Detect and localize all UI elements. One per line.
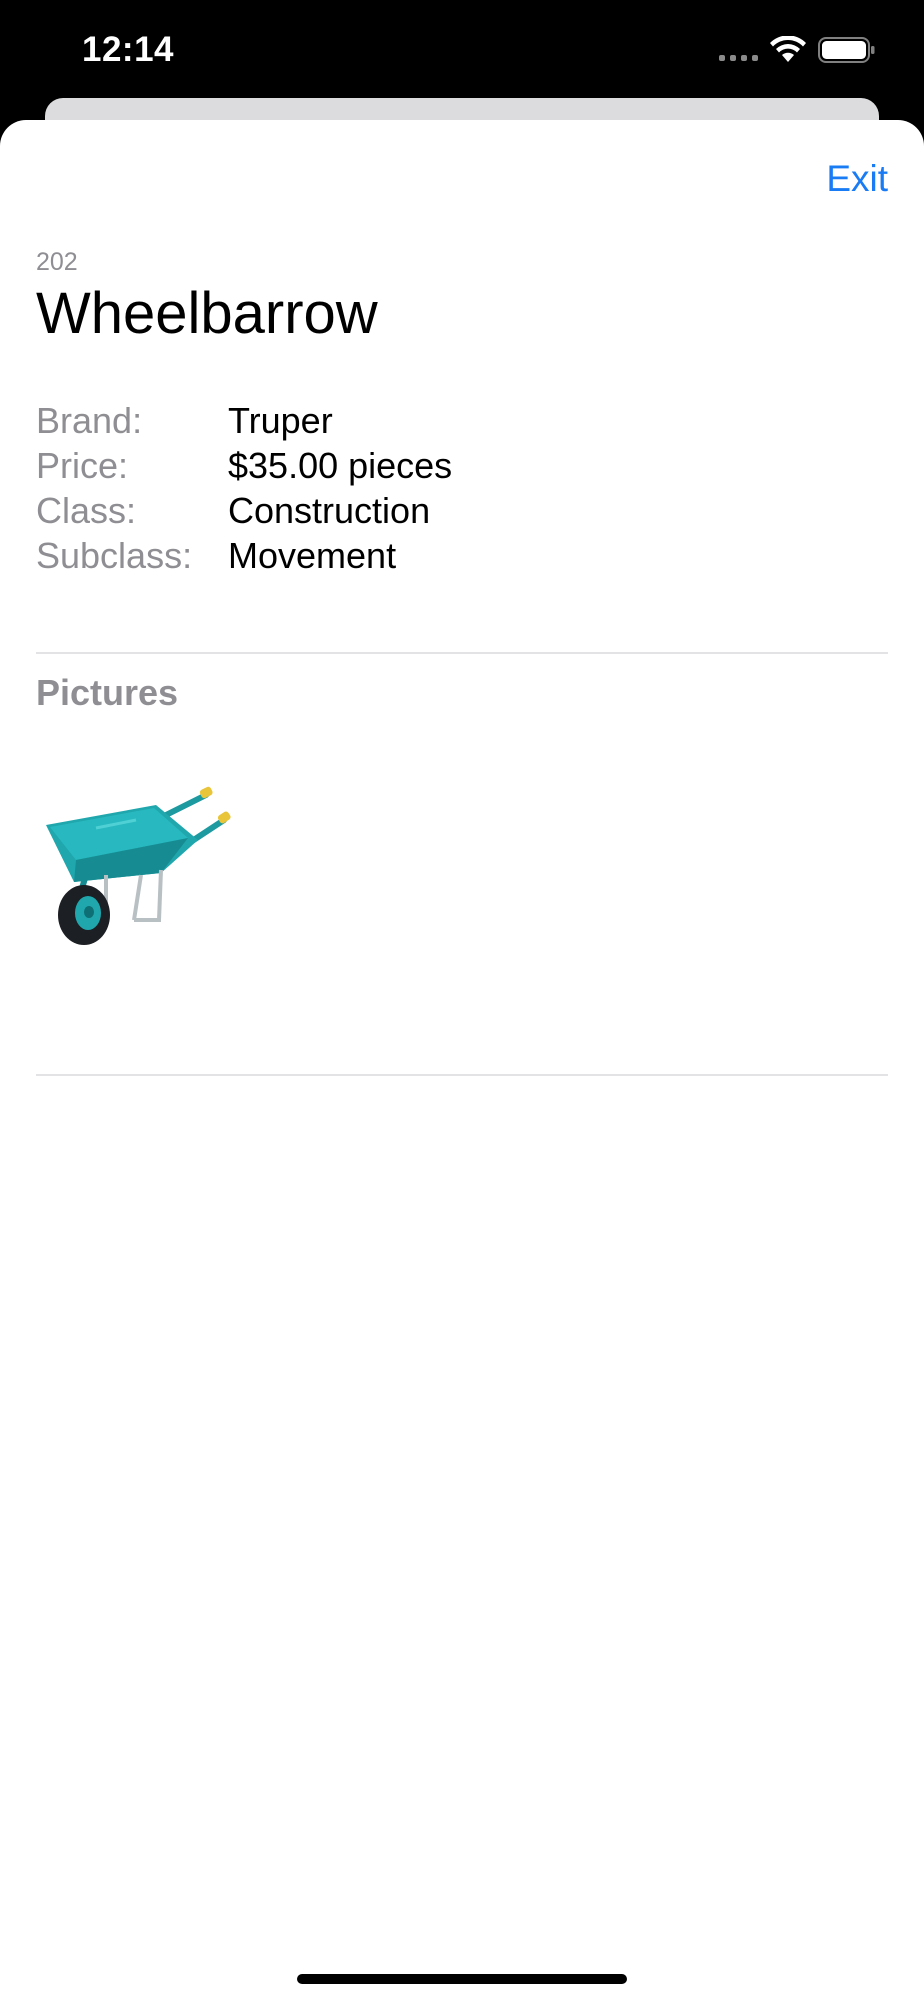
wifi-icon bbox=[770, 36, 806, 62]
details-list: Brand: Truper Price: $35.00 pieces Class… bbox=[36, 398, 452, 578]
cellular-signal-icon bbox=[719, 39, 758, 61]
wheelbarrow-image bbox=[46, 786, 231, 945]
battery-icon bbox=[818, 37, 875, 63]
pictures-section-title: Pictures bbox=[36, 672, 179, 713]
item-title: Wheelbarrow bbox=[36, 281, 378, 346]
brand-value: Truper bbox=[228, 400, 333, 441]
wheelbarrow-picture[interactable] bbox=[36, 750, 236, 980]
price-value: $35.00 pieces bbox=[228, 445, 453, 486]
status-time: 12:14 bbox=[82, 30, 175, 69]
price-label: Price: bbox=[36, 445, 129, 486]
status-icons bbox=[719, 34, 876, 66]
home-indicator[interactable] bbox=[297, 1974, 627, 1984]
exit-button[interactable]: Exit bbox=[826, 158, 888, 200]
brand-label: Brand: bbox=[36, 400, 143, 441]
status-bar: 12:14 bbox=[0, 0, 924, 100]
item-number: 202 bbox=[36, 248, 78, 276]
item-detail-sheet: Exit 202 Wheelbarrow Brand: Truper Price… bbox=[0, 120, 924, 2000]
class-value: Construction bbox=[228, 490, 431, 531]
subclass-value: Movement bbox=[228, 535, 397, 576]
class-label: Class: bbox=[36, 490, 137, 531]
subclass-label: Subclass: bbox=[36, 535, 193, 576]
divider bbox=[36, 1074, 888, 1076]
divider bbox=[36, 652, 888, 654]
